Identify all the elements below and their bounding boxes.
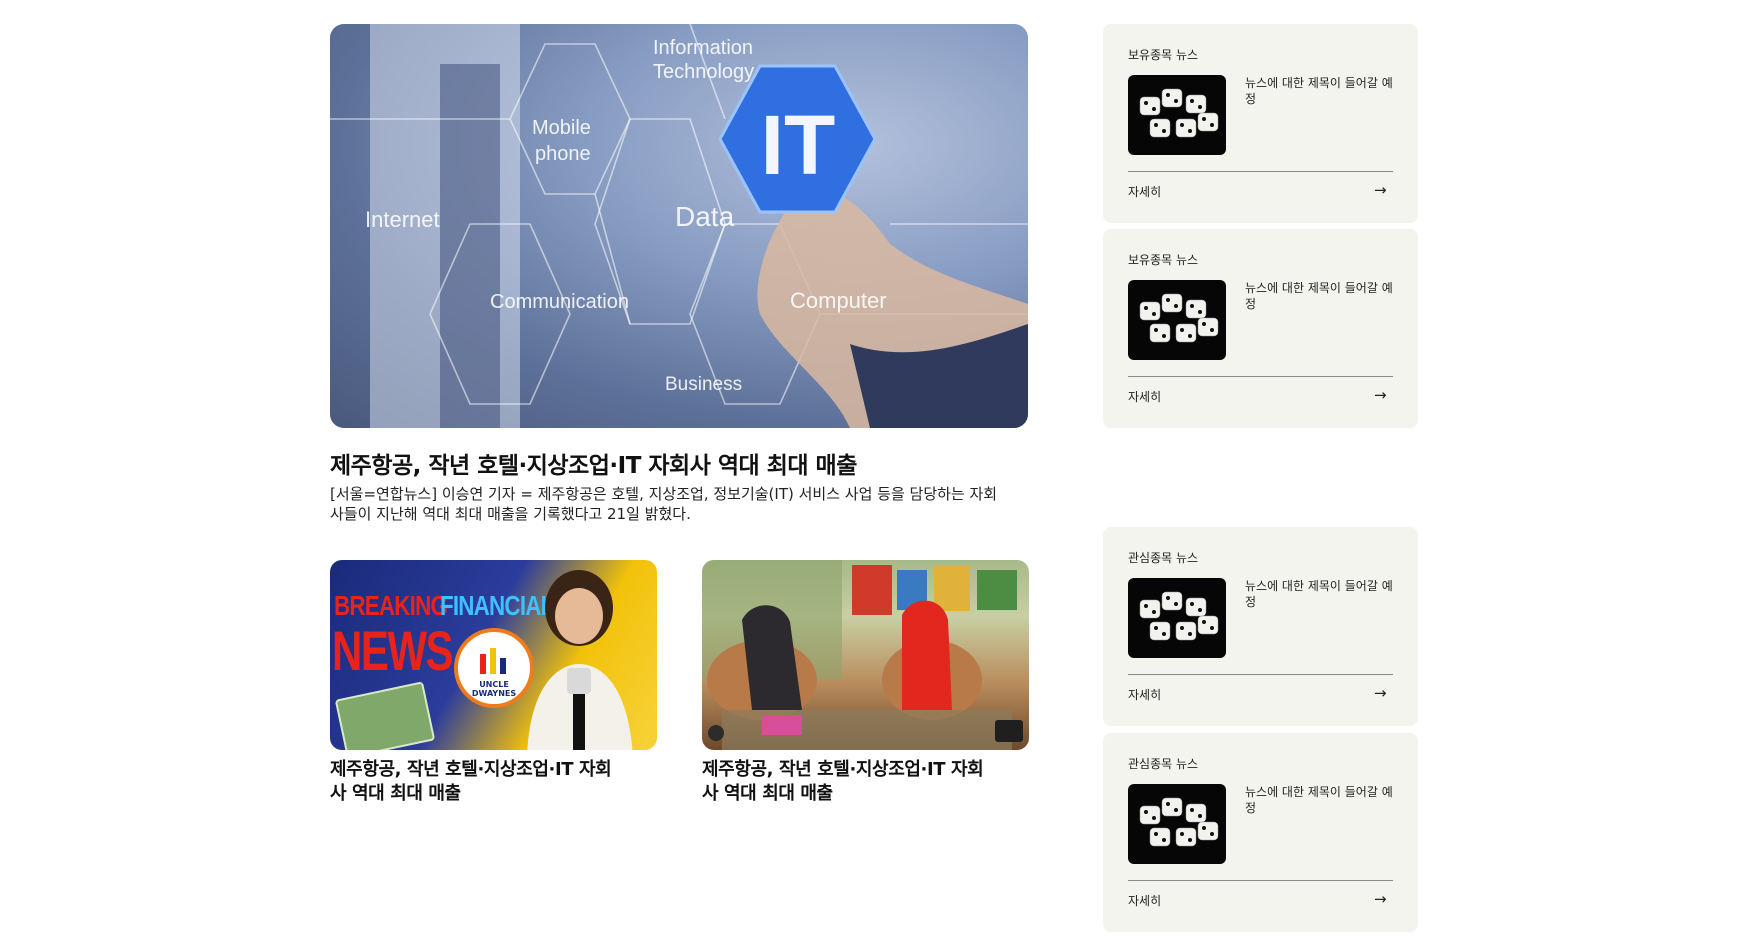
hero-image[interactable]: IT Information Technology Mobile phone D… [330, 24, 1028, 428]
panel-news-title[interactable]: 뉴스에 대한 제목이 들어갈 예정 [1245, 75, 1395, 107]
news-panel: 관심종목 뉴스 뉴스에 대한 제목이 들어갈 예정 자세히 → [1103, 733, 1418, 932]
news-panel: 관심종목 뉴스 뉴스에 대한 제목이 들어갈 예정 자세히 → [1103, 527, 1418, 726]
news-panel: 보유종목 뉴스 뉴스에 대한 제목이 들어갈 예정 자세히 → [1103, 24, 1418, 223]
divider [1128, 674, 1393, 675]
label-data: Data [675, 201, 735, 232]
panel-news-title[interactable]: 뉴스에 대한 제목이 들어갈 예정 [1245, 280, 1395, 312]
it-hex-label: IT [761, 98, 836, 192]
news-card-thumbnail[interactable] [702, 560, 1029, 750]
panel-news-title[interactable]: 뉴스에 대한 제목이 들어갈 예정 [1245, 784, 1395, 816]
label-business: Business [665, 374, 742, 395]
divider [1128, 171, 1393, 172]
label-information: Information [653, 37, 753, 59]
panel-label: 관심종목 뉴스 [1128, 757, 1199, 771]
label-computer: Computer [790, 288, 887, 313]
panel-label: 보유종목 뉴스 [1128, 253, 1199, 267]
news-card[interactable]: 제주항공, 작년 호텔·지상조업·IT 자회사 역대 최대 매출 [702, 560, 1029, 806]
more-link[interactable]: 자세히 [1128, 892, 1161, 909]
more-link[interactable]: 자세히 [1128, 686, 1161, 703]
divider [1128, 376, 1393, 377]
label-phone: phone [535, 143, 591, 165]
thumb-news-text: NEWS [332, 619, 454, 682]
arrow-right-icon[interactable]: → [1374, 890, 1387, 908]
dice-thumbnail[interactable] [1128, 280, 1226, 360]
news-card-title[interactable]: 제주항공, 작년 호텔·지상조업·IT 자회사 역대 최대 매출 [702, 758, 992, 806]
news-card-thumbnail[interactable]: BREAKING FINANCIAL NEWS UNCLE DWAYNES [330, 560, 657, 750]
arrow-right-icon[interactable]: → [1374, 181, 1387, 199]
dice-thumbnail[interactable] [1128, 784, 1226, 864]
label-communication: Communication [490, 291, 629, 313]
hero-summary: [서울=연합뉴스] 이승연 기자 = 제주항공은 호텔, 지상조업, 정보기술(… [330, 485, 998, 523]
label-technology: Technology [653, 61, 754, 83]
news-card-title[interactable]: 제주항공, 작년 호텔·지상조업·IT 자회사 역대 최대 매출 [330, 758, 620, 806]
dice-thumbnail[interactable] [1128, 578, 1226, 658]
panel-label: 보유종목 뉴스 [1128, 48, 1199, 62]
more-link[interactable]: 자세히 [1128, 183, 1161, 200]
hero-title[interactable]: 제주항공, 작년 호텔·지상조업·IT 자회사 역대 최대 매출 [330, 446, 1030, 480]
divider [1128, 880, 1393, 881]
cash-image [334, 681, 436, 750]
arrow-right-icon[interactable]: → [1374, 684, 1387, 702]
presenter-image [527, 570, 633, 750]
news-card[interactable]: BREAKING FINANCIAL NEWS UNCLE DWAYNES 제주… [330, 560, 657, 806]
panel-news-title[interactable]: 뉴스에 대한 제목이 들어갈 예정 [1245, 578, 1395, 610]
more-link[interactable]: 자세히 [1128, 388, 1161, 405]
dice-thumbnail[interactable] [1128, 75, 1226, 155]
arrow-right-icon[interactable]: → [1374, 386, 1387, 404]
label-internet: Internet [365, 207, 440, 232]
label-mobile: Mobile [532, 117, 591, 139]
news-panel: 보유종목 뉴스 뉴스에 대한 제목이 들어갈 예정 자세히 → [1103, 229, 1418, 428]
panel-label: 관심종목 뉴스 [1128, 551, 1199, 565]
